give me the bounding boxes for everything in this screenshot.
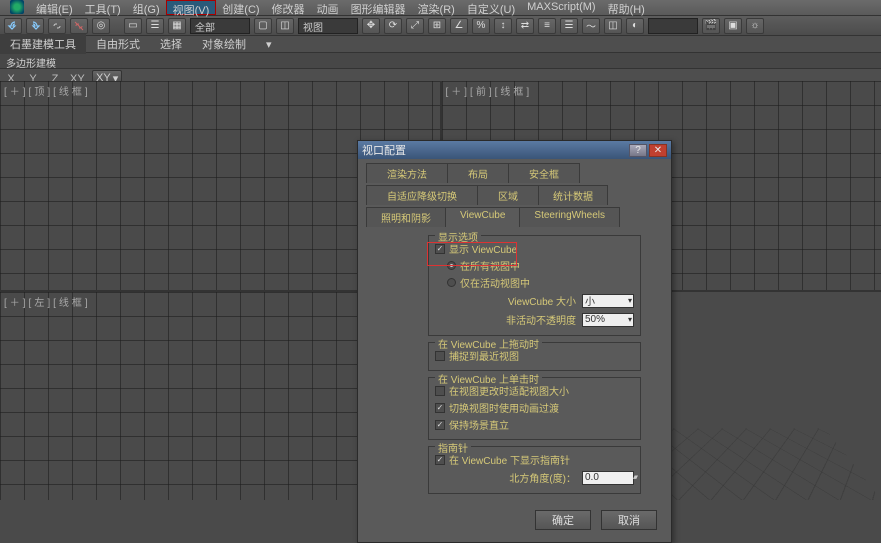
mirror-button[interactable]: ⇄: [516, 18, 534, 34]
selection-filter[interactable]: 全部: [190, 18, 250, 34]
quick-render-button[interactable]: ☼: [746, 18, 764, 34]
chk-upright[interactable]: 保持场景直立: [435, 416, 634, 433]
radio-icon: [447, 278, 456, 287]
menu-render[interactable]: 渲染(R): [412, 0, 461, 15]
group-legend: 指南针: [435, 440, 471, 455]
material-button[interactable]: ◐: [626, 18, 644, 34]
checkbox-icon: [435, 403, 445, 413]
dialog-title: 视口配置: [362, 142, 406, 158]
menu-tools[interactable]: 工具(T): [79, 0, 127, 15]
snap-button[interactable]: ⊞: [428, 18, 446, 34]
ribbon-tab-selection[interactable]: 选择: [150, 34, 192, 54]
menu-view[interactable]: 视图(V): [166, 0, 217, 15]
group-drag: 在 ViewCube 上拖动时 捕捉到最近视图: [428, 342, 641, 371]
tab-safe-frames[interactable]: 安全框: [508, 163, 580, 183]
menu-create[interactable]: 创建(C): [216, 0, 265, 15]
render-frame-button[interactable]: ▣: [724, 18, 742, 34]
help-button[interactable]: ?: [629, 144, 647, 157]
curve-editor-button[interactable]: 〜: [582, 18, 600, 34]
radio-all-views[interactable]: 在所有视图中: [435, 257, 634, 274]
menu-bar: 编辑(E) 工具(T) 组(G) 视图(V) 创建(C) 修改器 动画 图形编辑…: [0, 0, 881, 16]
angle-snap-button[interactable]: ∠: [450, 18, 468, 34]
angle-spinner[interactable]: 0.0: [582, 471, 634, 485]
checkbox-icon: [435, 244, 445, 254]
select-region-button[interactable]: ▦: [168, 18, 186, 34]
checkbox-icon: [435, 420, 445, 430]
menu-customize[interactable]: 自定义(U): [461, 0, 521, 15]
dialog-titlebar[interactable]: 视口配置 ? ✕: [358, 141, 671, 159]
link-button[interactable]: [48, 18, 66, 34]
checkbox-icon: [435, 351, 445, 361]
window-button[interactable]: ◫: [276, 18, 294, 34]
dialog-tabs: 渲染方法 布局 安全框 自适应降级切换 区域 统计数据 照明和阴影 ViewCu…: [358, 159, 671, 229]
redo-button[interactable]: [26, 18, 44, 34]
ribbon-panel-poly[interactable]: 多边形建模: [0, 53, 881, 69]
ribbon-tab-freeform[interactable]: 自由形式: [86, 34, 150, 54]
tab-layout[interactable]: 布局: [447, 163, 509, 183]
menu-animation[interactable]: 动画: [311, 0, 345, 15]
chk-animate[interactable]: 切换视图时使用动画过渡: [435, 399, 634, 416]
group-legend: 显示选项: [435, 229, 481, 244]
ribbon-tab-paint[interactable]: 对象绘制: [192, 34, 256, 54]
rotate-button[interactable]: ⟳: [384, 18, 402, 34]
menu-graph[interactable]: 图形编辑器: [345, 0, 412, 15]
named-selection[interactable]: [648, 18, 698, 34]
group-display-options: 显示选项 显示 ViewCube 在所有视图中 仅在活动视图中 ViewCube…: [428, 235, 641, 336]
menu-modifiers[interactable]: 修改器: [266, 0, 311, 15]
opacity-dropdown[interactable]: 50%: [582, 313, 634, 327]
tab-steeringwheels[interactable]: SteeringWheels: [519, 207, 620, 227]
group-compass: 指南针 在 ViewCube 下显示指南针 北方角度(度)：0.0: [428, 446, 641, 494]
crossing-button[interactable]: ▢: [254, 18, 272, 34]
select-button[interactable]: ▭: [124, 18, 142, 34]
app-icon[interactable]: [10, 0, 24, 14]
group-legend: 在 ViewCube 上拖动时: [435, 336, 542, 351]
radio-active-view[interactable]: 仅在活动视图中: [435, 274, 634, 291]
menu-help[interactable]: 帮助(H): [602, 0, 651, 15]
viewport-config-dialog: 视口配置 ? ✕ 渲染方法 布局 安全框 自适应降级切换 区域 统计数据 照明和…: [357, 140, 672, 543]
move-button[interactable]: ✥: [362, 18, 380, 34]
size-label: ViewCube 大小: [435, 293, 576, 308]
bind-button[interactable]: ◎: [92, 18, 110, 34]
layer-button[interactable]: ☰: [560, 18, 578, 34]
viewport-label[interactable]: [＋][左][线框]: [4, 294, 91, 309]
undo-button[interactable]: [4, 18, 22, 34]
ok-button[interactable]: 确定: [535, 510, 591, 530]
group-click: 在 ViewCube 上单击时 在视图更改时适配视图大小 切换视图时使用动画过渡…: [428, 377, 641, 440]
tab-adaptive[interactable]: 自适应降级切换: [366, 185, 478, 205]
cancel-button[interactable]: 取消: [601, 510, 657, 530]
spinner-snap-button[interactable]: ↕: [494, 18, 512, 34]
ribbon-tab-graphite[interactable]: 石墨建模工具: [0, 34, 86, 54]
scale-button[interactable]: ⤢: [406, 18, 424, 34]
opacity-label: 非活动不透明度: [435, 312, 576, 327]
viewport-label[interactable]: [＋][顶][线框]: [4, 83, 91, 98]
main-toolbar: ◎ ▭ ☰ ▦ 全部 ▢ ◫ 视图 ✥ ⟳ ⤢ ⊞ ∠ % ↕ ⇄ ≡ ☰ 〜 …: [0, 16, 881, 36]
tab-render-method[interactable]: 渲染方法: [366, 163, 448, 183]
render-setup-button[interactable]: 🎬: [702, 18, 720, 34]
radio-icon: [447, 261, 456, 270]
ribbon-min-icon[interactable]: ▾: [256, 36, 282, 53]
angle-label: 北方角度(度)：: [435, 470, 576, 485]
unlink-button[interactable]: [70, 18, 88, 34]
viewport-label[interactable]: [＋][前][线框]: [446, 83, 533, 98]
tab-statistics[interactable]: 统计数据: [538, 185, 608, 205]
ref-coord-select[interactable]: 视图: [298, 18, 358, 34]
menu-maxscript[interactable]: MAXScript(M): [521, 0, 601, 15]
percent-snap-button[interactable]: %: [472, 18, 490, 34]
tab-viewcube[interactable]: ViewCube: [445, 207, 520, 227]
group-legend: 在 ViewCube 上单击时: [435, 371, 542, 386]
menu-group[interactable]: 组(G): [127, 0, 166, 15]
align-button[interactable]: ≡: [538, 18, 556, 34]
checkbox-icon: [435, 455, 445, 465]
select-name-button[interactable]: ☰: [146, 18, 164, 34]
tab-regions[interactable]: 区域: [477, 185, 539, 205]
tab-lighting[interactable]: 照明和阴影: [366, 207, 446, 227]
ribbon-bar: 石墨建模工具 自由形式 选择 对象绘制 ▾: [0, 36, 881, 53]
menu-edit[interactable]: 编辑(E): [30, 0, 79, 15]
schematic-button[interactable]: ◫: [604, 18, 622, 34]
checkbox-icon: [435, 386, 445, 396]
size-dropdown[interactable]: 小: [582, 294, 634, 308]
close-button[interactable]: ✕: [649, 144, 667, 157]
